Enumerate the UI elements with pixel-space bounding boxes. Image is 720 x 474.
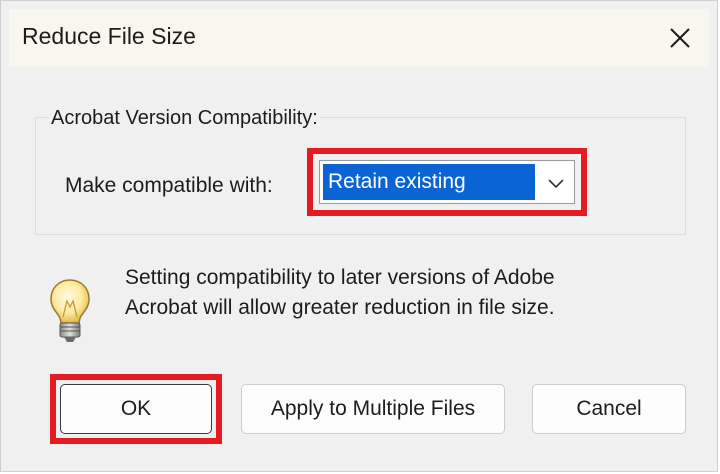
info-line-1: Setting compatibility to later versions … <box>125 266 555 289</box>
dialog-body: Acrobat Version Compatibility: Make comp… <box>1 67 717 471</box>
title-bar: Reduce File Size <box>9 9 709 67</box>
close-icon <box>670 28 690 48</box>
compatibility-dropdown-value: Retain existing <box>323 164 535 200</box>
cancel-button[interactable]: Cancel <box>532 384 686 434</box>
compatibility-dropdown[interactable]: Retain existing <box>319 160 575 204</box>
make-compatible-label: Make compatible with: <box>65 174 273 197</box>
apply-to-multiple-files-button[interactable]: Apply to Multiple Files <box>241 384 505 434</box>
compatibility-group-label: Acrobat Version Compatibility: <box>49 107 320 130</box>
chevron-down-icon <box>548 179 564 189</box>
lightbulb-icon <box>50 279 90 342</box>
close-button[interactable] <box>661 19 699 57</box>
dialog-title: Reduce File Size <box>22 23 196 49</box>
info-text: Setting compatibility to later versions … <box>125 263 555 323</box>
ok-button[interactable]: OK <box>60 384 212 434</box>
info-line-2: Acrobat will allow greater reduction in … <box>125 296 555 319</box>
reduce-file-size-dialog: Reduce File Size Acrobat Version Compati… <box>0 0 718 472</box>
